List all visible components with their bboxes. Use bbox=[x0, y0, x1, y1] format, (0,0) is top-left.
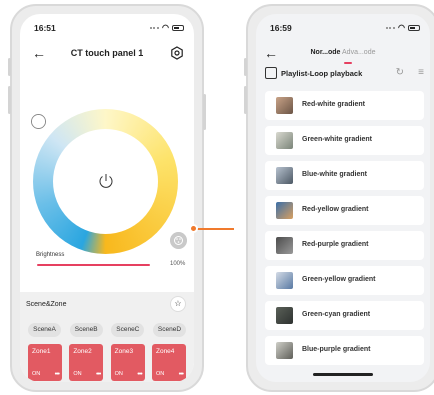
list-order-icon[interactable]: ≡ bbox=[418, 67, 424, 78]
wifi-icon: ◠ bbox=[162, 23, 169, 32]
thumbnail-image bbox=[276, 307, 293, 324]
zone-card-2[interactable]: Zone2 ON ••• bbox=[69, 344, 104, 381]
zone-state: ON bbox=[32, 371, 41, 377]
zone-state: ON bbox=[73, 371, 82, 377]
list-item[interactable]: Blue-white gradient bbox=[265, 161, 424, 190]
scene-buttons: SceneA SceneB SceneC SceneD bbox=[28, 323, 186, 337]
playlist-icon bbox=[265, 67, 277, 79]
item-label: Red-purple gradient bbox=[302, 241, 369, 248]
list-item[interactable]: Blue-purple gradient bbox=[265, 336, 424, 365]
side-button bbox=[8, 58, 11, 76]
side-button bbox=[8, 86, 11, 114]
scene-zone-panel: Scene&Zone ☆ SceneA SceneB SceneC SceneD… bbox=[20, 292, 194, 382]
thumbnail-image bbox=[276, 237, 293, 254]
home-indicator bbox=[313, 373, 373, 376]
status-bar: 16:59 ◠ bbox=[268, 23, 420, 35]
playlist-header: Playlist-Loop playback ↻ ≡ bbox=[256, 66, 430, 82]
zone-card-4[interactable]: Zone4 ON ••• bbox=[151, 344, 186, 381]
gradient-list: Red-white gradient Green-white gradient … bbox=[265, 91, 424, 371]
signal-icon bbox=[150, 26, 160, 30]
item-label: Green-yellow gradient bbox=[302, 276, 376, 283]
more-icon[interactable]: ••• bbox=[137, 371, 142, 378]
list-item[interactable]: Green-yellow gradient bbox=[265, 266, 424, 295]
status-time: 16:59 bbox=[270, 23, 292, 33]
brightness-value: 100% bbox=[170, 261, 186, 267]
thumbnail-image bbox=[276, 202, 293, 219]
list-item[interactable]: Green-white gradient bbox=[265, 126, 424, 155]
scene-zone-title: Scene&Zone bbox=[26, 301, 67, 308]
item-label: Blue-white gradient bbox=[302, 171, 367, 178]
list-item[interactable]: Green-cyan gradient bbox=[265, 301, 424, 330]
list-item[interactable]: Red-white gradient bbox=[265, 91, 424, 120]
item-label: Green-cyan gradient bbox=[302, 311, 371, 318]
item-label: Red-white gradient bbox=[302, 101, 366, 108]
item-label: Blue-purple gradient bbox=[302, 346, 371, 353]
zone-name: Zone2 bbox=[73, 348, 92, 355]
connector-dot bbox=[189, 224, 198, 233]
settings-hexagon-icon[interactable] bbox=[170, 46, 184, 60]
list-item[interactable]: Red-purple gradient bbox=[265, 231, 424, 260]
active-tab-indicator bbox=[344, 62, 352, 64]
zone-state: ON bbox=[114, 371, 123, 377]
phone-frame-left: 16:51 ◠ ← CT touch panel 1 Brightness 10… bbox=[8, 4, 206, 392]
tab-normal-mode[interactable]: Nor...ode bbox=[311, 49, 341, 56]
more-icon[interactable]: ••• bbox=[96, 371, 101, 378]
signal-icon bbox=[386, 26, 396, 30]
side-button bbox=[244, 58, 247, 76]
zone-state: ON bbox=[155, 371, 165, 377]
connector-line bbox=[194, 228, 234, 230]
power-icon[interactable] bbox=[97, 172, 115, 190]
wifi-icon: ◠ bbox=[398, 23, 405, 32]
zone-name: Zone1 bbox=[32, 348, 51, 355]
scene-button-c[interactable]: SceneC bbox=[111, 323, 145, 337]
header: ← Nor...ode Adva...ode bbox=[256, 46, 430, 64]
scene-button-a[interactable]: SceneA bbox=[28, 323, 61, 337]
scene-button-d[interactable]: SceneD bbox=[152, 323, 186, 337]
scene-button-b[interactable]: SceneB bbox=[69, 323, 103, 337]
battery-icon bbox=[408, 25, 420, 31]
wheel-selector-knob[interactable] bbox=[32, 115, 45, 128]
battery-icon bbox=[172, 25, 184, 31]
item-label: Red-yellow gradient bbox=[302, 206, 369, 213]
palette-icon[interactable] bbox=[170, 232, 187, 249]
wheel-center bbox=[53, 129, 158, 234]
more-icon[interactable]: ••• bbox=[179, 371, 184, 378]
status-time: 16:51 bbox=[34, 23, 56, 33]
ct-panel-screen: 16:51 ◠ ← CT touch panel 1 Brightness 10… bbox=[20, 14, 194, 382]
loop-icon[interactable]: ↻ bbox=[396, 67, 404, 78]
zone-name: Zone4 bbox=[155, 348, 175, 355]
playlist-screen: 16:59 ◠ ← Nor...ode Adva...ode Playlist-… bbox=[256, 14, 430, 382]
favorite-star-icon[interactable]: ☆ bbox=[170, 296, 186, 312]
zone-cards: Zone1 ON ••• Zone2 ON ••• Zone3 ON ••• Z… bbox=[28, 344, 186, 381]
list-item[interactable]: Red-yellow gradient bbox=[265, 196, 424, 225]
side-button bbox=[203, 94, 206, 130]
brightness-label: Brightness bbox=[36, 252, 65, 258]
page-title: CT touch panel 1 bbox=[70, 48, 144, 58]
tab-advanced-mode[interactable]: Adva...ode bbox=[342, 49, 375, 56]
mode-tabs: Nor...ode Adva...ode bbox=[256, 49, 430, 56]
header: ← CT touch panel 1 bbox=[20, 46, 194, 62]
thumbnail-image bbox=[276, 167, 293, 184]
color-temperature-wheel[interactable] bbox=[33, 109, 178, 254]
phone-frame-right: 16:59 ◠ ← Nor...ode Adva...ode Playlist-… bbox=[244, 4, 434, 392]
thumbnail-image bbox=[276, 132, 293, 149]
zone-card-1[interactable]: Zone1 ON ••• bbox=[28, 344, 62, 381]
thumbnail-image bbox=[276, 272, 293, 289]
playlist-title: Playlist-Loop playback bbox=[281, 69, 363, 78]
more-icon[interactable]: ••• bbox=[55, 371, 60, 378]
status-bar: 16:51 ◠ bbox=[32, 23, 184, 35]
zone-name: Zone3 bbox=[114, 348, 134, 355]
zone-card-3[interactable]: Zone3 ON ••• bbox=[110, 344, 145, 381]
thumbnail-image bbox=[276, 342, 293, 359]
item-label: Green-white gradient bbox=[302, 136, 373, 143]
brightness-slider[interactable] bbox=[37, 264, 150, 266]
thumbnail-image bbox=[276, 97, 293, 114]
side-button bbox=[244, 86, 247, 114]
